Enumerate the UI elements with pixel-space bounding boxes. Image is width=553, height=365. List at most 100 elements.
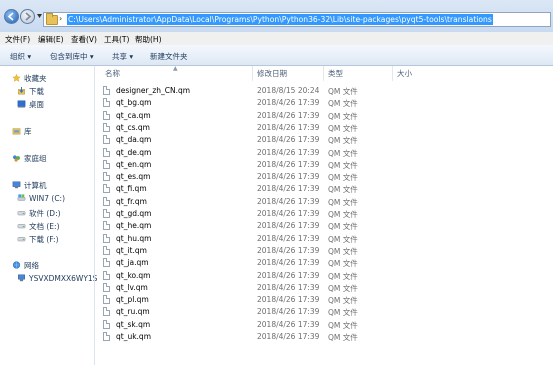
file-date: 2018/4/26 17:39 bbox=[257, 258, 320, 268]
nav-drive-f[interactable]: 下载 (F:) bbox=[17, 234, 59, 245]
file-name: qt_cs.qm bbox=[116, 122, 150, 132]
file-row[interactable]: qt_he.qm 2018/4/26 17:39 QM 文件 bbox=[95, 220, 553, 232]
file-row[interactable]: qt_sk.qm 2018/4/26 17:39 QM 文件 bbox=[95, 319, 553, 331]
file-date: 2018/4/26 17:39 bbox=[257, 270, 320, 280]
drive-icon bbox=[17, 211, 26, 216]
menu-file[interactable]: 文件(F) bbox=[5, 34, 30, 45]
nav-drive-c-label: WIN7 (C:) bbox=[29, 194, 66, 203]
nav-network-pc[interactable]: YSVXDMXX6WY1S bbox=[17, 274, 97, 283]
file-icon bbox=[103, 159, 110, 169]
navigation-pane: 收藏夹 下载 桌面 库 家庭组 计算机 WIN7 (C:) 软件 (D:) 文档… bbox=[0, 66, 97, 365]
file-type: QM 文件 bbox=[328, 320, 358, 330]
column-divider[interactable] bbox=[323, 66, 324, 81]
file-icon bbox=[103, 196, 110, 206]
share-button[interactable]: 共享 ▾ bbox=[112, 51, 133, 62]
computer-icon bbox=[18, 274, 25, 282]
file-row[interactable]: qt_fr.qm 2018/4/26 17:39 QM 文件 bbox=[95, 196, 553, 208]
nav-desktop[interactable]: 桌面 bbox=[17, 99, 44, 110]
file-name: qt_ja.qm bbox=[116, 258, 149, 268]
file-date: 2018/4/26 17:39 bbox=[257, 135, 320, 145]
file-row[interactable]: qt_fi.qm 2018/4/26 17:39 QM 文件 bbox=[95, 183, 553, 195]
file-icon bbox=[103, 147, 110, 157]
computer-icon bbox=[12, 181, 21, 189]
column-header-name[interactable]: 名称 bbox=[105, 68, 120, 79]
forward-button[interactable] bbox=[20, 9, 35, 24]
file-type: QM 文件 bbox=[328, 87, 358, 96]
nav-downloads[interactable]: 下载 bbox=[17, 86, 44, 97]
back-button[interactable] bbox=[4, 9, 19, 24]
file-icon bbox=[103, 233, 110, 243]
column-divider[interactable] bbox=[392, 66, 393, 81]
nav-drive-d[interactable]: 软件 (D:) bbox=[17, 208, 61, 219]
file-date: 2018/4/26 17:39 bbox=[257, 184, 320, 194]
file-name: qt_it.qm bbox=[116, 245, 147, 255]
column-header-date[interactable]: 修改日期 bbox=[257, 68, 287, 79]
file-name: qt_da.qm bbox=[116, 135, 152, 145]
forward-icon bbox=[25, 12, 32, 21]
file-row[interactable]: qt_uk.qm 2018/4/26 17:39 QM 文件 bbox=[95, 331, 553, 343]
file-name: qt_pl.qm bbox=[116, 295, 149, 305]
nav-drive-e[interactable]: 文档 (E:) bbox=[17, 221, 60, 232]
file-row[interactable]: qt_it.qm 2018/4/26 17:39 QM 文件 bbox=[95, 245, 553, 257]
file-row[interactable]: qt_da.qm 2018/4/26 17:39 QM 文件 bbox=[95, 134, 553, 146]
file-icon bbox=[103, 258, 110, 268]
nav-homegroup[interactable]: 家庭组 bbox=[12, 153, 47, 164]
file-row[interactable]: qt_de.qm 2018/4/26 17:39 QM 文件 bbox=[95, 147, 553, 159]
file-row[interactable]: qt_hu.qm 2018/4/26 17:39 QM 文件 bbox=[95, 233, 553, 245]
history-dropdown-icon[interactable] bbox=[37, 14, 42, 18]
file-row[interactable]: qt_ja.qm 2018/4/26 17:39 QM 文件 bbox=[95, 257, 553, 269]
nav-drive-e-label: 文档 (E:) bbox=[29, 222, 60, 231]
file-row[interactable]: qt_es.qm 2018/4/26 17:39 QM 文件 bbox=[95, 171, 553, 183]
file-date: 2018/4/26 17:39 bbox=[257, 122, 320, 132]
menu-view[interactable]: 查看(V) bbox=[71, 34, 97, 45]
file-name: qt_he.qm bbox=[116, 221, 152, 231]
column-divider[interactable] bbox=[252, 66, 253, 81]
nav-favorites[interactable]: 收藏夹 bbox=[12, 73, 47, 84]
nav-computer[interactable]: 计算机 bbox=[12, 180, 47, 191]
nav-network-pc-label: YSVXDMXX6WY1S bbox=[29, 274, 98, 283]
organize-button[interactable]: 组织 ▾ bbox=[10, 51, 31, 62]
file-icon bbox=[103, 98, 110, 108]
menu-tools[interactable]: 工具(T) bbox=[104, 34, 129, 45]
nav-network[interactable]: 网络 bbox=[12, 260, 39, 271]
sort-ascending-icon: ▲ bbox=[173, 65, 178, 72]
file-date: 2018/4/26 17:39 bbox=[257, 319, 320, 329]
file-row[interactable]: qt_cs.qm 2018/4/26 17:39 QM 文件 bbox=[95, 122, 553, 134]
file-row[interactable]: qt_en.qm 2018/4/26 17:39 QM 文件 bbox=[95, 159, 553, 171]
file-row[interactable]: qt_ru.qm 2018/4/26 17:39 QM 文件 bbox=[95, 306, 553, 318]
file-row[interactable]: qt_pl.qm 2018/4/26 17:39 QM 文件 bbox=[95, 294, 553, 306]
file-date: 2018/4/26 17:39 bbox=[257, 147, 320, 157]
address-field[interactable]: › C:\Users\Administrator\AppData\Local\P… bbox=[43, 12, 551, 27]
column-header-type[interactable]: 类型 bbox=[328, 68, 343, 79]
address-path[interactable]: C:\Users\Administrator\AppData\Local\Pro… bbox=[67, 14, 493, 25]
file-icon bbox=[103, 332, 110, 341]
file-type: QM 文件 bbox=[328, 234, 358, 244]
file-type: QM 文件 bbox=[328, 246, 358, 256]
file-row[interactable]: qt_lv.qm 2018/4/26 17:39 QM 文件 bbox=[95, 282, 553, 294]
file-row[interactable]: qt_gd.qm 2018/4/26 17:39 QM 文件 bbox=[95, 208, 553, 220]
column-header-size[interactable]: 大小 bbox=[397, 68, 412, 79]
menu-edit[interactable]: 编辑(E) bbox=[38, 34, 64, 45]
file-date: 2018/4/26 17:39 bbox=[257, 295, 320, 305]
file-date: 2018/8/15 20:24 bbox=[257, 86, 320, 95]
include-in-library-button[interactable]: 包含到库中 ▾ bbox=[50, 51, 94, 62]
file-date: 2018/4/26 17:39 bbox=[257, 98, 320, 108]
nav-drive-c[interactable]: WIN7 (C:) bbox=[17, 194, 65, 203]
file-row[interactable]: designer_zh_CN.qm 2018/8/15 20:24 QM 文件 bbox=[95, 85, 553, 97]
file-name: qt_bg.qm bbox=[116, 98, 152, 108]
file-type: QM 文件 bbox=[328, 111, 358, 121]
file-row[interactable]: qt_bg.qm 2018/4/26 17:39 QM 文件 bbox=[95, 97, 553, 109]
file-type: QM 文件 bbox=[328, 283, 358, 293]
file-row[interactable]: qt_ca.qm 2018/4/26 17:39 QM 文件 bbox=[95, 110, 553, 122]
nav-homegroup-label: 家庭组 bbox=[24, 154, 47, 163]
nav-drive-d-label: 软件 (D:) bbox=[29, 209, 61, 218]
file-name: qt_gd.qm bbox=[116, 209, 152, 218]
new-folder-button[interactable]: 新建文件夹 bbox=[150, 51, 188, 62]
file-name: qt_fr.qm bbox=[116, 196, 147, 206]
menu-help[interactable]: 帮助(H) bbox=[135, 34, 162, 45]
command-bar: 组织 ▾ 包含到库中 ▾ 共享 ▾ 新建文件夹 bbox=[0, 45, 553, 66]
file-row[interactable]: qt_ko.qm 2018/4/26 17:39 QM 文件 bbox=[95, 270, 553, 282]
nav-computer-label: 计算机 bbox=[24, 181, 47, 190]
nav-libraries[interactable]: 库 bbox=[12, 126, 32, 137]
download-icon bbox=[18, 87, 25, 95]
